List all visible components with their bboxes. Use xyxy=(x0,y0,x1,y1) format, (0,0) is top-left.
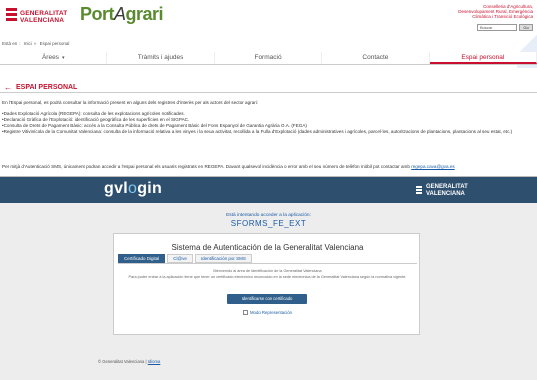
back-arrow-icon[interactable]: ← xyxy=(4,83,12,92)
registry-list: •Dades Explotació Agrícola (REGEPA): con… xyxy=(2,111,535,135)
tab-sms[interactable]: Identificación por SMS xyxy=(194,254,252,263)
identify-certificate-button[interactable]: Identificarse con certificado xyxy=(227,294,307,304)
nav-item-espai-personal[interactable]: Espai personal xyxy=(429,52,537,64)
divider xyxy=(118,263,417,264)
nav-item-formacio[interactable]: Formació xyxy=(215,52,323,64)
list-item: •Registre Vitivinícola de la Comunitat V… xyxy=(2,129,513,134)
gva-line1: GENERALITAT xyxy=(20,10,68,17)
sms-note: Per mitjà d'Autenticació SMS, únicament … xyxy=(2,164,455,169)
search-button[interactable]: Go xyxy=(519,24,533,31)
representation-mode-checkbox[interactable] xyxy=(242,310,248,316)
auth-tabs: Certificado Digital Cl@ve Identificación… xyxy=(118,254,254,263)
nav-item-tramits[interactable]: Tràmits i ajudes xyxy=(107,52,215,64)
generalitat-emblem-icon xyxy=(416,186,422,195)
generalitat-logo[interactable]: GENERALITAT VALENCIANA xyxy=(6,6,68,28)
gvlogin-logo: gvlogin xyxy=(104,180,163,197)
contact-email-link[interactable]: regepa.cava@gva.es xyxy=(411,164,454,169)
auth-card: Sistema de Autenticación de la Generalit… xyxy=(113,233,420,335)
gvlogin-footer: © Generalitat Valenciana | Idioma xyxy=(98,359,161,364)
portal-logo-a: A xyxy=(114,4,126,24)
nav-item-contacte[interactable]: Contacte xyxy=(322,52,430,64)
auth-card-title: Sistema de Autenticación de la Generalit… xyxy=(171,243,364,252)
divider xyxy=(0,92,537,93)
gvlogin-header: gvlogin GENERALITAT VALENCIANA xyxy=(0,177,537,203)
search-input[interactable]: Buscar xyxy=(477,24,517,31)
breadcrumb: Està en: Inici» Espai personal xyxy=(2,41,70,46)
breadcrumb-home[interactable]: Inici xyxy=(24,41,32,46)
language-link[interactable]: Idioma xyxy=(148,359,161,364)
tab-certificado-digital[interactable]: Certificado Digital xyxy=(118,254,166,263)
generalitat-emblem-icon xyxy=(6,8,17,26)
conselleria-link[interactable]: Conselleria d'Agricultura, Desenvolupame… xyxy=(453,4,533,19)
app-name: SFORMS_FE_EXT xyxy=(230,219,307,228)
page-title: ← ESPAI PERSONAL xyxy=(4,83,78,92)
breadcrumb-current: Espai personal xyxy=(39,41,70,46)
portal-agrari-logo[interactable]: PortAgrari xyxy=(80,4,164,25)
intro-text: En l'Espai personal, es podrà consultar … xyxy=(2,100,259,105)
chevron-down-icon: ▾ xyxy=(61,55,65,61)
gva-line2: VALENCIANA xyxy=(20,17,65,24)
site-header: GENERALITAT VALENCIANA PortAgrari Consel… xyxy=(0,0,537,36)
main-nav: Àrees ▾ Tràmits i ajudes Formació Contact… xyxy=(0,52,537,65)
breadcrumb-prefix: Està en xyxy=(2,41,18,46)
certificate-description: Para poder entrar a la aplicación tiene … xyxy=(128,275,407,279)
generalitat-logo-white: GENERALITAT VALENCIANA xyxy=(416,184,468,197)
gvlogin-frame: gvlogin GENERALITAT VALENCIANA Està inte… xyxy=(0,176,537,380)
representation-mode-option[interactable]: Modo Representación xyxy=(114,310,421,316)
tab-clave[interactable]: Cl@ve xyxy=(167,254,193,263)
nav-item-arees[interactable]: Àrees ▾ xyxy=(0,52,108,64)
welcome-text: Bienvenido al área de identificación de … xyxy=(213,269,322,273)
app-access-message: Està intentando acceder a la aplicación: xyxy=(226,213,311,218)
